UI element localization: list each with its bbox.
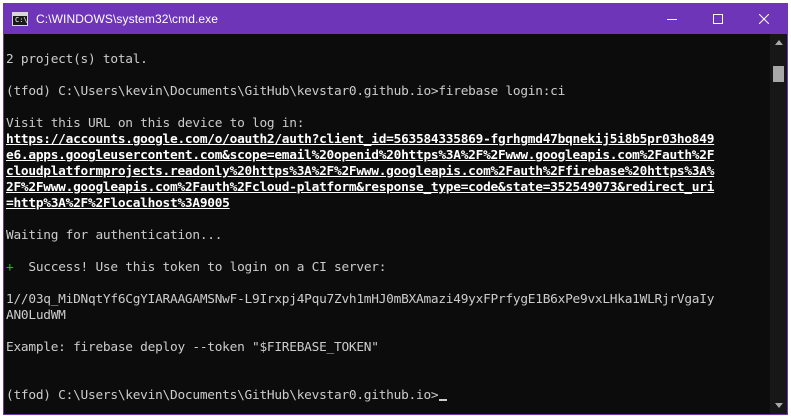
prompt-text: (tfod) C:\Users\kevin\Documents\GitHub\k…	[6, 388, 439, 403]
auth-url-line-3[interactable]: cloudplatformprojects.readonly%20https%3…	[6, 164, 714, 180]
cmd-window[interactable]: C:\ C:\WINDOWS\system32\cmd.exe 2 projec…	[3, 3, 788, 415]
minimize-button[interactable]	[649, 4, 695, 34]
window-controls	[649, 4, 787, 34]
command-prompt[interactable]: (tfod) C:\Users\kevin\Documents\GitHub\k…	[6, 388, 448, 404]
maximize-icon	[713, 14, 723, 24]
scroll-down-arrow-icon	[774, 403, 783, 408]
cmd-icon: C:\	[12, 12, 28, 26]
cmd-icon-glyph: C:\	[15, 16, 28, 24]
minimize-icon	[667, 19, 677, 20]
maximize-button[interactable]	[695, 4, 741, 34]
auth-url-line-1[interactable]: https://accounts.google.com/o/oauth2/aut…	[6, 132, 714, 148]
success-message: Success! Use this token to login on a CI…	[13, 260, 387, 275]
output-line-project-count: 2 project(s) total.	[6, 52, 148, 67]
output-line-success: + Success! Use this token to login on a …	[6, 260, 386, 276]
scroll-thumb[interactable]	[773, 66, 784, 82]
auth-url-line-5[interactable]: =http%3A%2F%2Flocalhost%3A9005	[6, 196, 230, 212]
close-icon	[759, 14, 769, 24]
close-button[interactable]	[741, 4, 787, 34]
title-bar[interactable]: C:\ C:\WINDOWS\system32\cmd.exe	[4, 4, 787, 34]
command-line-login: (tfod) C:\Users\kevin\Documents\GitHub\k…	[6, 84, 566, 99]
output-line-example: Example: firebase deploy --token "$FIREB…	[6, 340, 379, 355]
token-line-2: AN0LudWM	[6, 308, 66, 323]
scroll-up-button[interactable]	[770, 34, 787, 51]
auth-url-line-2[interactable]: e6.apps.googleusercontent.com&scope=emai…	[6, 148, 714, 164]
vertical-scrollbar[interactable]	[770, 34, 787, 414]
terminal-output[interactable]: 2 project(s) total. (tfod) C:\Users\kevi…	[4, 34, 772, 414]
window-title: C:\WINDOWS\system32\cmd.exe	[36, 12, 219, 26]
output-line-visit-url: Visit this URL on this device to log in:	[6, 116, 305, 131]
scroll-down-button[interactable]	[770, 397, 787, 414]
token-line-1: 1//03q_MiDNqtYf6CgYIARAAGAMSNwF-L9Irxpj4…	[6, 292, 715, 307]
text-cursor	[439, 399, 448, 401]
output-line-waiting: Waiting for authentication...	[6, 228, 223, 243]
scroll-up-arrow-icon	[774, 40, 783, 45]
auth-url-line-4[interactable]: 2F%2Fwww.googleapis.com%2Fauth%2Fcloud-p…	[6, 180, 714, 196]
